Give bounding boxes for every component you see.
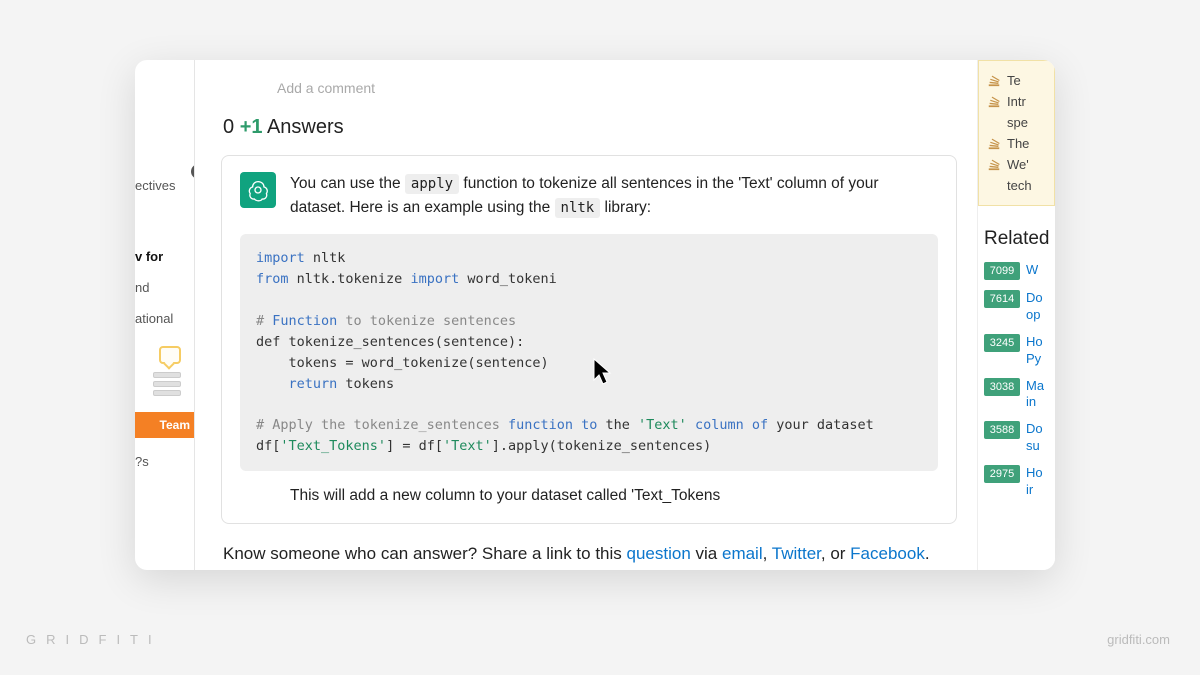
related-heading: Related [984,228,1055,250]
related-item[interactable]: 2975 Ho ir [984,465,1055,499]
facebook-link[interactable]: Facebook [850,544,925,563]
left-sidebar: i ectives v for nd ational Team s? [135,60,195,570]
related-item[interactable]: 7614 Do op [984,290,1055,324]
code-block: import nltk from nltk.tokenize import wo… [240,234,938,471]
stack-icon [987,136,1001,150]
main-content: Add a comment 0 +1 Answers You can use t… [195,60,977,570]
score-badge: 3038 [984,378,1020,396]
stack-icon [987,94,1001,108]
chat-icon [159,346,181,364]
related-item[interactable]: 3038 Ma in [984,378,1055,412]
blog-item[interactable]: The [987,136,1050,151]
blog-item[interactable]: spe [987,115,1050,130]
score-badge: 3245 [984,334,1020,352]
blog-item[interactable]: Intr [987,94,1050,109]
sidebar-item[interactable]: ational [135,303,194,334]
answer-card: You can use the apply function to tokeni… [221,155,957,524]
sidebar-item[interactable]: ectives [135,170,194,201]
blog-item[interactable]: tech [987,178,1050,193]
inline-code: nltk [555,198,601,218]
stack-icon [987,73,1001,87]
sidebar-item[interactable]: nd [135,272,194,303]
answer-text: You can use the apply function to tokeni… [290,172,938,220]
answers-heading: 0 +1 Answers [223,116,957,139]
twitter-link[interactable]: Twitter [772,544,821,563]
related-item[interactable]: 7099 W [984,262,1055,280]
inline-code: apply [405,174,459,194]
answer-footer-text: This will add a new column to your datas… [290,487,938,505]
answers-count-zero: 0 [223,116,234,138]
blog-item[interactable]: Te [987,73,1050,88]
stack-icon [987,157,1001,171]
answers-count-delta: +1 [240,116,263,138]
info-icon[interactable]: i [191,164,195,179]
watermark-url: gridfiti.com [1107,632,1170,647]
answers-label: Answers [267,116,344,138]
blog-item[interactable]: We' [987,157,1050,172]
sidebar-item[interactable]: v for [135,241,194,272]
create-team-button[interactable]: Team [135,412,194,438]
blog-box: Te Intr spe The We' tech [978,60,1055,206]
score-badge: 7099 [984,262,1020,280]
related-item[interactable]: 3588 Do su [984,421,1055,455]
question-link[interactable]: question [627,544,691,563]
watermark-brand: GRIDFITI [26,632,162,647]
right-sidebar: Te Intr spe The We' tech Related 7099 W … [977,60,1055,570]
score-badge: 2975 [984,465,1020,483]
share-row: Know someone who can answer? Share a lin… [223,544,957,564]
score-badge: 7614 [984,290,1020,308]
related-item[interactable]: 3245 Ho Py [984,334,1055,368]
email-link[interactable]: email [722,544,763,563]
score-badge: 3588 [984,421,1020,439]
chatgpt-logo-icon [240,172,276,208]
add-comment-link[interactable]: Add a comment [277,80,957,96]
sidebar-item[interactable]: s? [135,446,194,477]
app-window: i ectives v for nd ational Team s? Add a… [135,60,1055,570]
placeholder-lines [153,372,181,396]
